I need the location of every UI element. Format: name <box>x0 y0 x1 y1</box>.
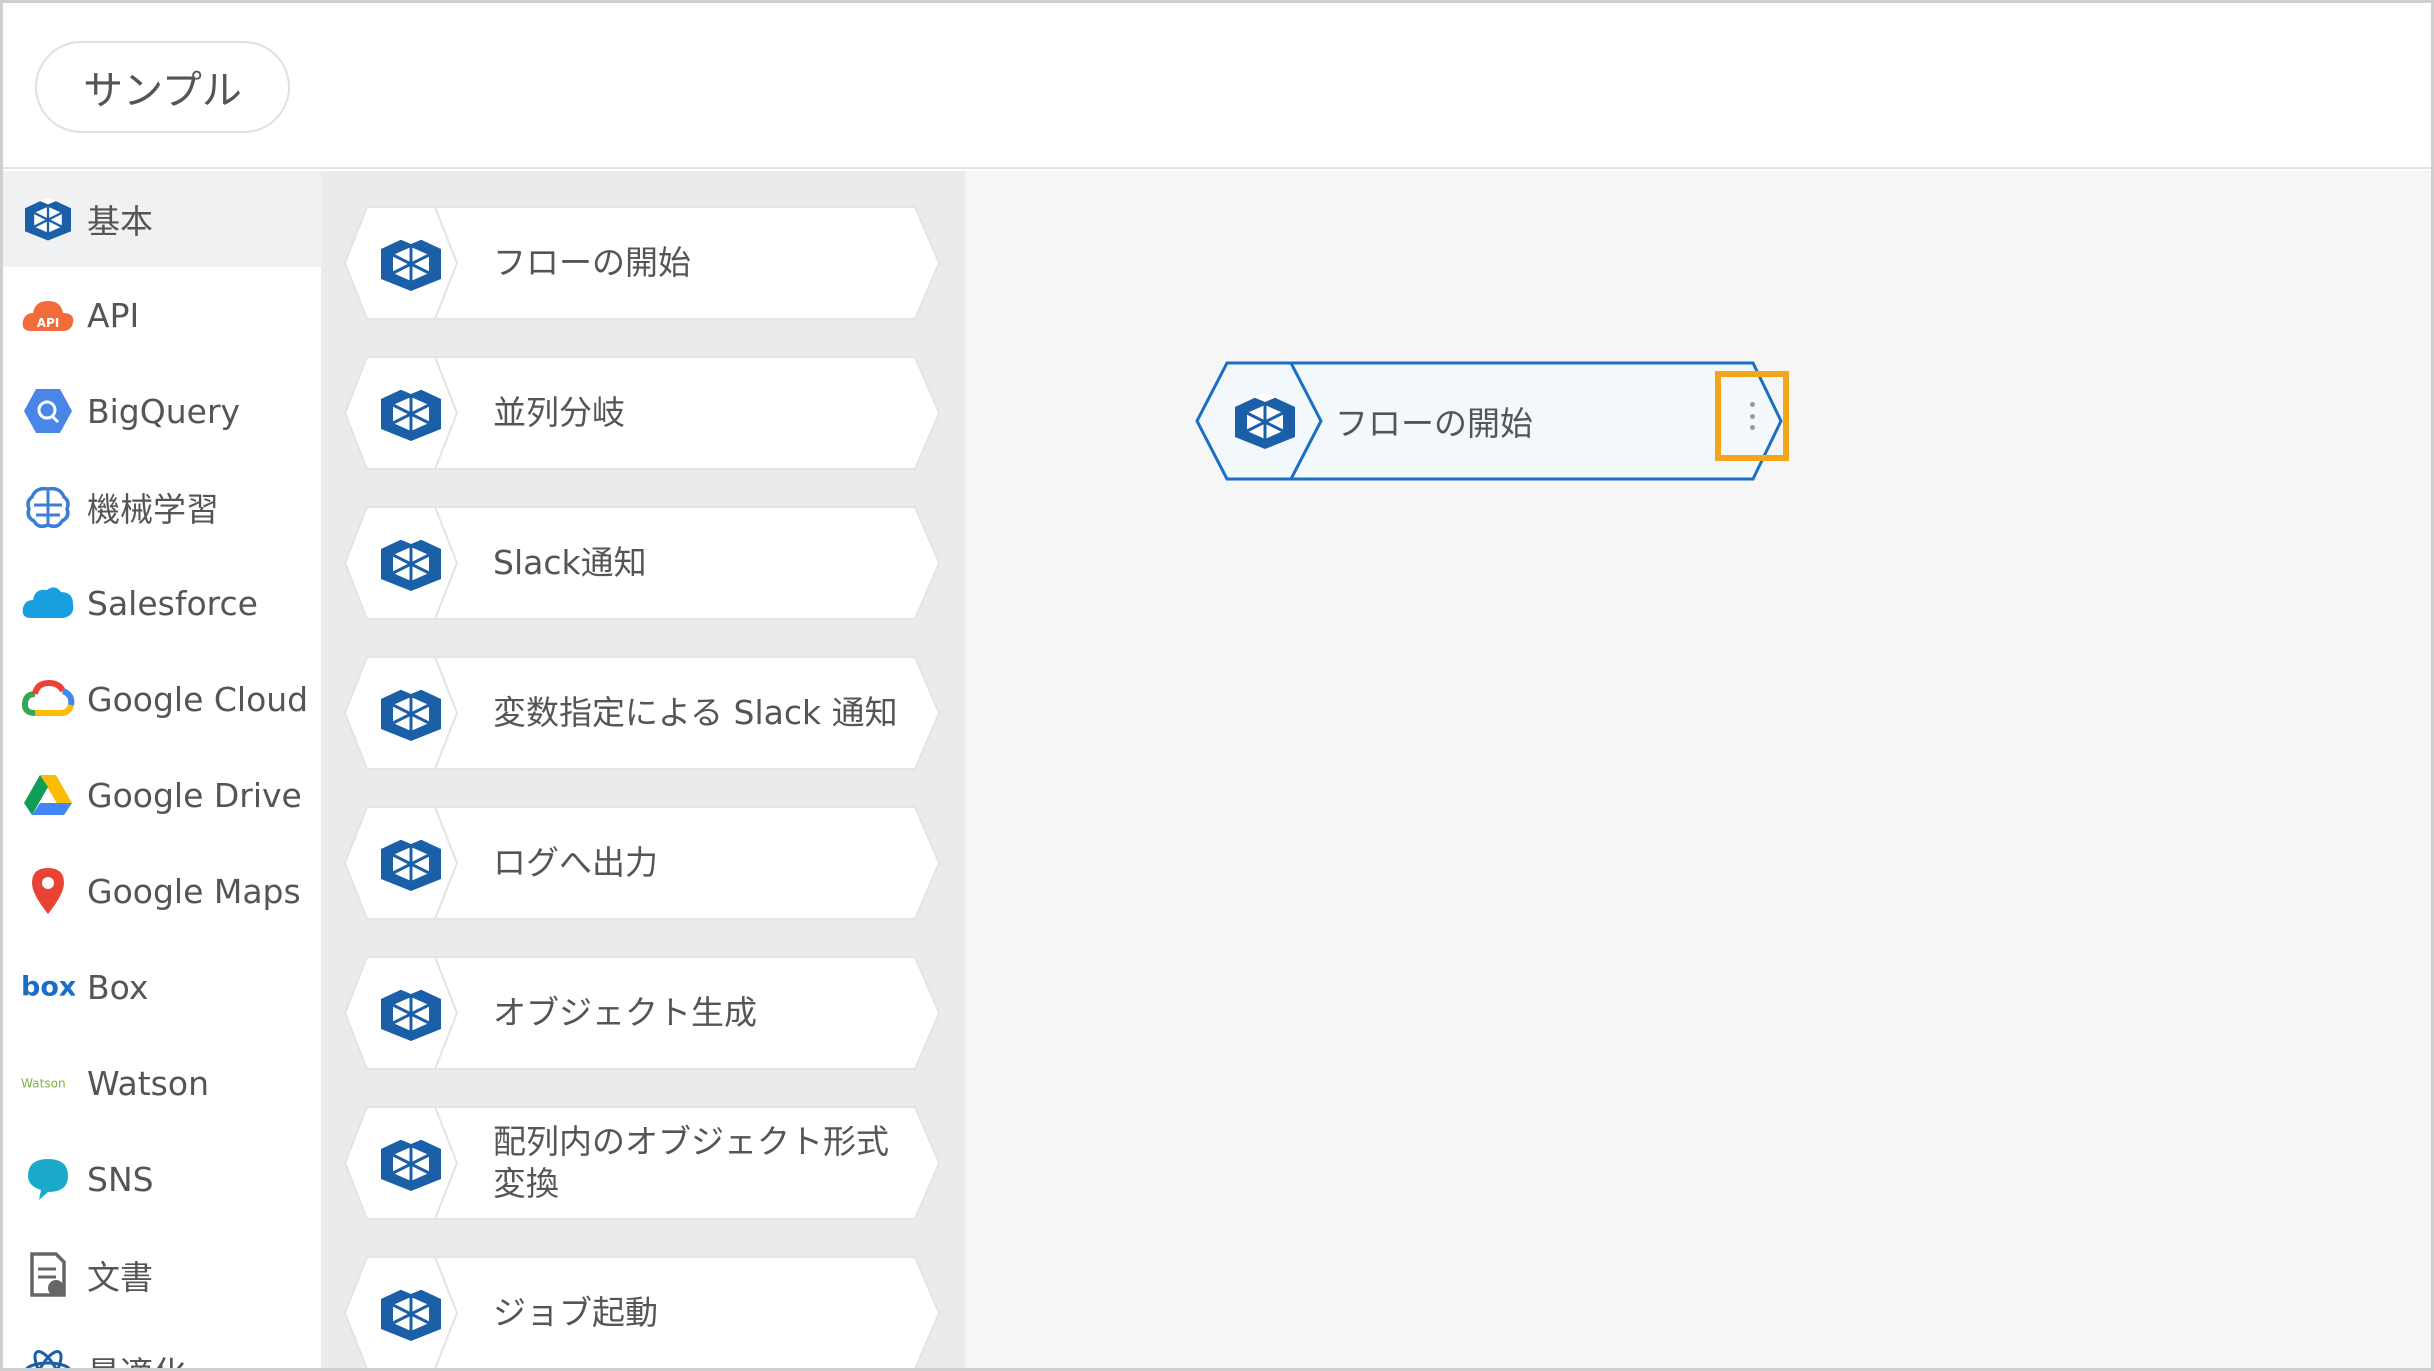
sidebar-item-document[interactable]: 文書 <box>3 1227 321 1323</box>
palette-block-label: 変数指定による Slack 通知 <box>493 693 898 732</box>
svg-text:API: API <box>37 316 60 330</box>
cube-icon <box>379 833 443 893</box>
sidebar-item-watson[interactable]: Watson Watson <box>3 1035 321 1131</box>
cube-icon <box>379 683 443 743</box>
cube-icon <box>379 983 443 1043</box>
cube-icon <box>379 1283 443 1343</box>
node-label: フローの開始 <box>1335 404 1533 443</box>
google-cloud-icon <box>21 672 75 726</box>
brain-icon <box>21 480 75 534</box>
watson-logo-icon: Watson <box>21 1056 75 1110</box>
sidebar-item-label: 基本 <box>87 202 153 241</box>
bigquery-icon <box>21 384 75 438</box>
flow-canvas[interactable]: フローの開始 <box>965 171 2431 1368</box>
app-window: サンプル 基本 API API BigQuery 機械学習 Salesforce… <box>0 0 2434 1371</box>
sidebar-item-google-maps[interactable]: Google Maps <box>3 843 321 939</box>
palette-block-label: 配列内のオブジェクト形式変換 <box>493 1122 889 1203</box>
header: サンプル <box>3 3 2431 169</box>
atom-icon <box>21 1344 75 1368</box>
box-logo-icon: box <box>21 960 75 1014</box>
sidebar-item-label: 最適化 <box>87 1347 186 1368</box>
palette-block-label: フローの開始 <box>493 243 691 282</box>
sidebar-item-label: Box <box>87 967 149 1007</box>
sidebar-item-label: 機械学習 <box>87 490 219 529</box>
palette-block[interactable]: ジョブ起動 <box>343 1255 943 1368</box>
salesforce-cloud-icon <box>21 576 75 630</box>
palette-block[interactable]: オブジェクト生成 <box>343 955 943 1071</box>
palette-block[interactable]: 配列内のオブジェクト形式変換 <box>343 1105 943 1221</box>
palette-block-label: Slack通知 <box>493 543 647 582</box>
cube-icon <box>21 192 75 246</box>
palette-block[interactable]: 並列分岐 <box>343 355 943 471</box>
palette-block-label: ジョブ起動 <box>493 1293 658 1332</box>
sidebar-item-label: BigQuery <box>87 391 241 431</box>
document-icon <box>21 1248 75 1302</box>
palette-block[interactable]: Slack通知 <box>343 505 943 621</box>
api-cloud-icon: API <box>21 288 75 342</box>
sidebar-item-ml[interactable]: 機械学習 <box>3 459 321 555</box>
google-drive-icon <box>21 768 75 822</box>
sidebar-item-sns[interactable]: SNS <box>3 1131 321 1227</box>
canvas-node-flow-start[interactable]: フローの開始 <box>1195 361 1789 481</box>
sidebar-item-label: Salesforce <box>87 583 258 623</box>
sidebar-item-google-cloud[interactable]: Google Cloud <box>3 651 321 747</box>
chat-bubble-icon <box>21 1152 75 1206</box>
sidebar-item-basic[interactable]: 基本 <box>3 171 321 267</box>
palette-block-label: オブジェクト生成 <box>493 993 757 1032</box>
sidebar-item-bigquery[interactable]: BigQuery <box>3 363 321 459</box>
svg-text:Watson: Watson <box>21 1077 66 1091</box>
sidebar-item-label: Google Maps <box>87 871 301 911</box>
sidebar-item-label: Watson <box>87 1063 209 1103</box>
node-menu-button[interactable] <box>1715 371 1789 461</box>
sidebar-item-label: Google Cloud <box>87 679 309 719</box>
sidebar-item-optimization[interactable]: 最適化 <box>3 1323 321 1368</box>
palette-block[interactable]: ログへ出力 <box>343 805 943 921</box>
cube-icon <box>379 533 443 593</box>
sidebar-item-label: API <box>87 295 140 335</box>
cube-icon <box>379 383 443 443</box>
map-pin-icon <box>21 864 75 918</box>
sidebar-item-label: Google Drive <box>87 775 302 815</box>
sidebar-item-box[interactable]: box Box <box>3 939 321 1035</box>
category-sidebar: 基本 API API BigQuery 機械学習 Salesforce Goog… <box>3 171 321 1368</box>
cube-icon <box>1233 391 1297 451</box>
flow-title-button[interactable]: サンプル <box>35 41 290 133</box>
sidebar-item-api[interactable]: API API <box>3 267 321 363</box>
sidebar-item-label: SNS <box>87 1159 154 1199</box>
sidebar-item-salesforce[interactable]: Salesforce <box>3 555 321 651</box>
kebab-menu-icon <box>1749 402 1755 430</box>
sidebar-item-google-drive[interactable]: Google Drive <box>3 747 321 843</box>
svg-text:box: box <box>21 972 75 1002</box>
cube-icon <box>379 1133 443 1193</box>
palette-block[interactable]: 変数指定による Slack 通知 <box>343 655 943 771</box>
palette-block-label: ログへ出力 <box>493 843 658 882</box>
block-palette: フローの開始 並列分岐 Slack通知変数指定による Slack 通知 ログへ出力オブ… <box>321 171 965 1368</box>
palette-block-label: 並列分岐 <box>493 393 625 432</box>
palette-block[interactable]: フローの開始 <box>343 205 943 321</box>
flow-title: サンプル <box>83 68 242 114</box>
cube-icon <box>379 233 443 293</box>
sidebar-item-label: 文書 <box>87 1258 153 1297</box>
